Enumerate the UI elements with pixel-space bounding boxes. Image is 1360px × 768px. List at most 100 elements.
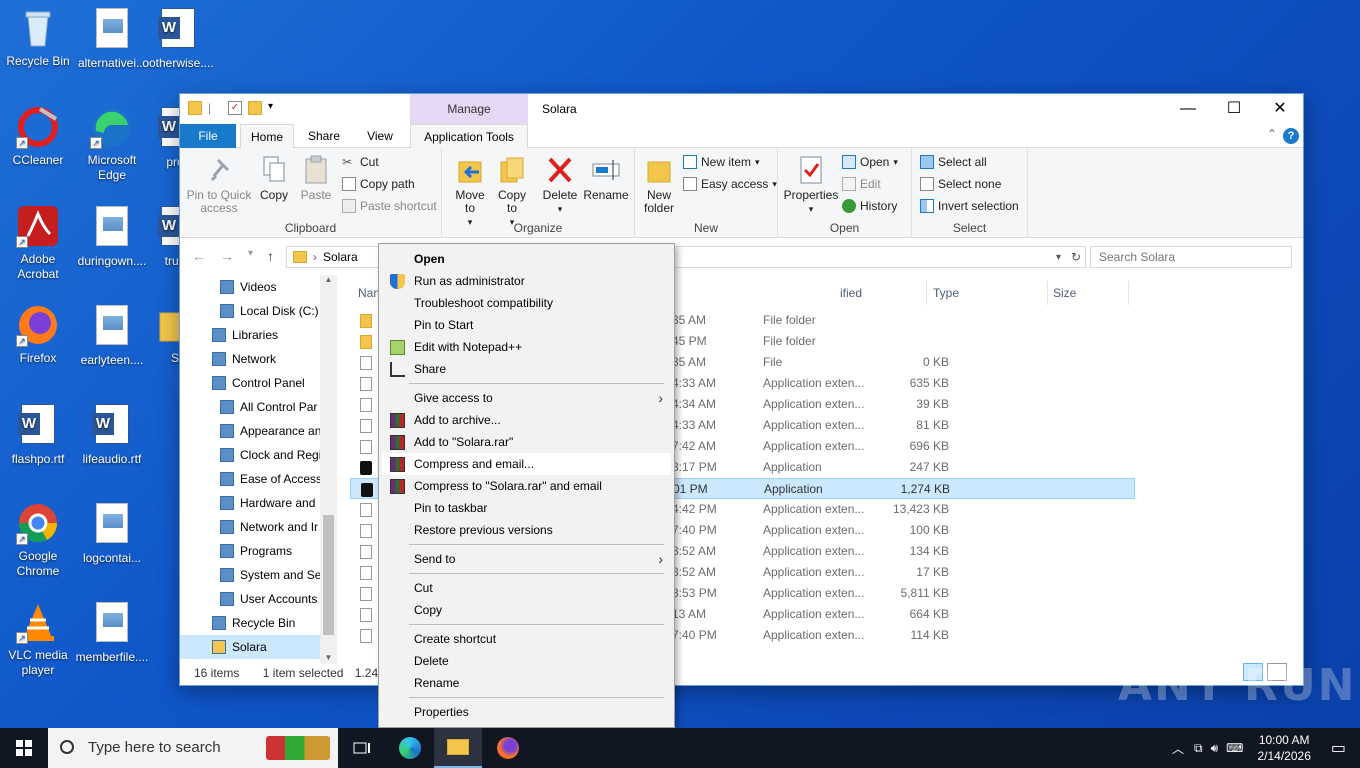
menu-item-add-to-solara-rar[interactable]: Add to "Solara.rar": [382, 431, 671, 453]
copy-to-button[interactable]: Copy to ▾: [492, 154, 532, 229]
maximize-button[interactable]: ☐: [1211, 94, 1257, 124]
menu-item-send-to[interactable]: Send to ›: [382, 548, 671, 570]
breadcrumb-chevron-icon[interactable]: ›: [313, 250, 317, 264]
desktop-icon[interactable]: ↗ Google Chrome: [0, 501, 76, 579]
search-input[interactable]: Search Solara: [1090, 246, 1292, 268]
forward-arrow-icon[interactable]: →: [220, 248, 234, 264]
search-highlight-icon[interactable]: [266, 736, 330, 760]
nav-item[interactable]: All Control Par: [180, 395, 337, 419]
menu-item-create-shortcut[interactable]: Create shortcut: [382, 628, 671, 650]
volume-icon[interactable]: 🔊︎: [1207, 741, 1223, 756]
menu-item-compress-and-email[interactable]: Compress and email...: [382, 453, 671, 475]
desktop-icon[interactable]: lifeaudio.rtf: [74, 402, 150, 467]
invert-selection-button[interactable]: Invert selection: [920, 196, 1019, 216]
desktop-icon[interactable]: memberfile....: [74, 600, 150, 665]
nav-item[interactable]: User Accounts: [180, 587, 337, 611]
taskbar-search[interactable]: Type here to search: [48, 728, 338, 768]
desktop-icon[interactable]: flashpo.rtf: [0, 402, 76, 467]
menu-item-share[interactable]: Share: [382, 358, 671, 380]
move-to-button[interactable]: Move to ▾: [450, 154, 490, 229]
qat-dropdown-icon[interactable]: ▾: [268, 101, 278, 115]
easy-access-button[interactable]: Easy access ▾: [683, 174, 777, 194]
history-button[interactable]: History: [842, 196, 897, 216]
copy-path-button[interactable]: Copy path: [342, 174, 415, 194]
select-all-button[interactable]: Select all: [920, 152, 987, 172]
select-none-button[interactable]: Select none: [920, 174, 1001, 194]
file-explorer-taskbar-icon[interactable]: [434, 728, 482, 768]
new-item-button[interactable]: New item ▾: [683, 152, 760, 172]
menu-item-open[interactable]: Open: [382, 248, 671, 270]
pin-to-quick-access-button[interactable]: Pin to Quick access: [186, 154, 252, 215]
task-view-icon[interactable]: [338, 728, 386, 768]
paste-shortcut-button[interactable]: Paste shortcut: [342, 196, 437, 216]
menu-item-cut[interactable]: Cut: [382, 577, 671, 599]
column-separator[interactable]: [1128, 281, 1129, 305]
nav-item[interactable]: Programs: [180, 539, 337, 563]
menu-item-delete[interactable]: Delete: [382, 650, 671, 672]
nav-item[interactable]: Ease of Access: [180, 467, 337, 491]
firefox-taskbar-icon[interactable]: [484, 728, 532, 768]
menu-item-edit-with-notepad[interactable]: Edit with Notepad++: [382, 336, 671, 358]
paste-button[interactable]: Paste: [296, 154, 336, 202]
desktop-icon[interactable]: Recycle Bin: [0, 6, 76, 69]
menu-item-run-as-administrator[interactable]: Run as administrator: [382, 270, 671, 292]
minimize-button[interactable]: —: [1165, 94, 1211, 124]
tab-file[interactable]: File: [180, 124, 236, 148]
nav-item[interactable]: Solara: [180, 635, 337, 659]
desktop-icon[interactable]: ↗ Firefox: [0, 303, 76, 366]
recent-locations-icon[interactable]: ▾: [248, 248, 253, 264]
menu-item-properties[interactable]: Properties: [382, 701, 671, 723]
menu-item-copy[interactable]: Copy: [382, 599, 671, 621]
desktop-icon[interactable]: ootherwise....: [140, 6, 216, 71]
up-arrow-icon[interactable]: ↑: [267, 248, 274, 264]
tab-home[interactable]: Home: [240, 124, 294, 148]
desktop-icon[interactable]: ↗ CCleaner: [0, 105, 76, 168]
nav-item[interactable]: Recycle Bin: [180, 611, 337, 635]
properties-button[interactable]: Properties ▾: [782, 154, 840, 216]
back-arrow-icon[interactable]: ←: [192, 248, 206, 264]
menu-item-add-to-archive[interactable]: Add to archive...: [382, 409, 671, 431]
edge-taskbar-icon[interactable]: [386, 728, 434, 768]
desktop-icon[interactable]: earlyteen....: [74, 303, 150, 368]
cut-button[interactable]: ✂ Cut: [342, 152, 379, 172]
nav-item[interactable]: Network and Ir: [180, 515, 337, 539]
desktop-icon[interactable]: duringown....: [74, 204, 150, 269]
desktop-icon[interactable]: ↗ Microsoft Edge: [74, 105, 150, 183]
notifications-icon[interactable]: ▭: [1321, 738, 1360, 758]
menu-item-restore-previous-versions[interactable]: Restore previous versions: [382, 519, 671, 541]
desktop-icon[interactable]: ↗ Adobe Acrobat: [0, 204, 76, 282]
breadcrumb-path[interactable]: Solara: [323, 250, 358, 264]
refresh-icon[interactable]: ↻: [1071, 250, 1081, 264]
nav-item[interactable]: Videos: [180, 275, 337, 299]
desktop-icon[interactable]: logcontai...: [74, 501, 150, 566]
desktop-icon[interactable]: ↗ VLC media player: [0, 600, 76, 678]
start-button[interactable]: [0, 728, 48, 768]
help-icon[interactable]: ?: [1283, 128, 1299, 144]
menu-item-rename[interactable]: Rename: [382, 672, 671, 694]
nav-item[interactable]: System and Se: [180, 563, 337, 587]
menu-item-compress-to-solara-rar-and-email[interactable]: Compress to "Solara.rar" and email: [382, 475, 671, 497]
network-icon[interactable]: ⧉: [1190, 741, 1207, 756]
copy-button[interactable]: Copy: [254, 154, 294, 202]
tray-chevron-icon[interactable]: ︿: [1166, 740, 1190, 757]
input-icon[interactable]: ⌨: [1222, 741, 1247, 755]
new-folder-icon[interactable]: [248, 101, 262, 115]
title-bar[interactable]: | ✓ ▾ Manage Solara — ☐ ✕: [180, 94, 1303, 124]
menu-item-give-access-to[interactable]: Give access to ›: [382, 387, 671, 409]
close-button[interactable]: ✕: [1257, 94, 1303, 124]
nav-item[interactable]: Control Panel: [180, 371, 337, 395]
properties-icon[interactable]: ✓: [228, 101, 242, 115]
collapse-ribbon-icon[interactable]: ⌃: [1267, 127, 1277, 141]
menu-item-pin-to-taskbar[interactable]: Pin to taskbar: [382, 497, 671, 519]
nav-scrollbar[interactable]: ▲ ▼: [320, 275, 337, 664]
tab-application-tools[interactable]: Application Tools: [410, 124, 528, 148]
column-separator[interactable]: [926, 281, 927, 305]
column-type[interactable]: Type: [933, 281, 959, 305]
menu-item-pin-to-start[interactable]: Pin to Start: [382, 314, 671, 336]
rename-button[interactable]: Rename: [582, 154, 630, 202]
nav-scroll-thumb[interactable]: [323, 515, 334, 635]
open-button[interactable]: Open ▾: [842, 152, 898, 172]
tab-view[interactable]: View: [356, 124, 404, 148]
column-separator[interactable]: [1047, 281, 1048, 305]
nav-item[interactable]: Hardware and: [180, 491, 337, 515]
